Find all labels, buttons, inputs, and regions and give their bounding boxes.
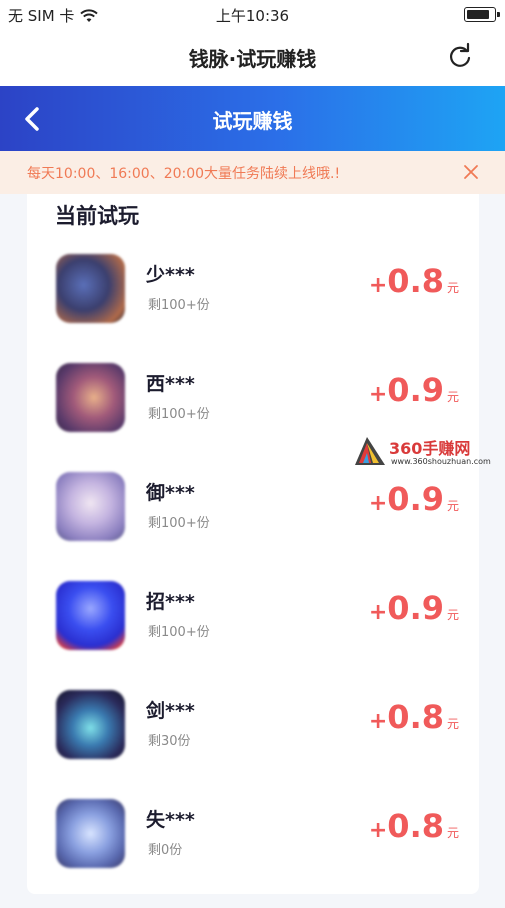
task-name: 招*** bbox=[146, 591, 195, 613]
task-row[interactable]: 少*** 剩100+份 +0.8 元 bbox=[27, 254, 479, 363]
task-remain: 剩100+份 bbox=[148, 298, 210, 313]
task-remain: 剩100+份 bbox=[148, 516, 210, 531]
battery-icon bbox=[464, 7, 500, 22]
task-row[interactable]: 御*** 剩100+份 +0.9 元 bbox=[27, 472, 479, 581]
watermark-logo-icon bbox=[355, 437, 385, 465]
task-name: 剑*** bbox=[146, 700, 195, 722]
page-title: 试玩赚钱 bbox=[212, 109, 293, 133]
task-reward: +0.8 元 bbox=[368, 807, 459, 845]
task-row[interactable]: 招*** 剩100+份 +0.9 元 bbox=[27, 581, 479, 690]
app-icon bbox=[56, 472, 125, 541]
task-remain: 剩30份 bbox=[148, 734, 191, 749]
task-remain: 剩100+份 bbox=[148, 407, 210, 422]
task-reward: +0.9 元 bbox=[368, 589, 459, 627]
notice-text: 每天10:00、16:00、20:00大量任务陆续上线哦.! bbox=[27, 166, 341, 182]
task-reward: +0.9 元 bbox=[368, 480, 459, 518]
task-row[interactable]: 剑*** 剩30份 +0.8 元 bbox=[27, 690, 479, 799]
watermark-url: www.360shouzhuan.com bbox=[391, 457, 491, 466]
notice-bar: 每天10:00、16:00、20:00大量任务陆续上线哦.! bbox=[0, 151, 505, 194]
close-icon[interactable] bbox=[461, 162, 481, 182]
watermark-brand: 360手赚网 bbox=[389, 439, 471, 458]
page-header: 试玩赚钱 bbox=[0, 86, 505, 151]
task-reward: +0.9 元 bbox=[368, 371, 459, 409]
refresh-icon[interactable] bbox=[445, 42, 475, 72]
status-bar: 无 SIM 卡 上午10:36 bbox=[0, 0, 505, 28]
task-row[interactable]: 失*** 剩0份 +0.8 元 bbox=[27, 799, 479, 908]
app-icon bbox=[56, 254, 125, 323]
task-name: 少*** bbox=[146, 264, 195, 286]
task-remain: 剩100+份 bbox=[148, 625, 210, 640]
watermark: 360手赚网 www.360shouzhuan.com bbox=[353, 435, 503, 469]
task-reward: +0.8 元 bbox=[368, 698, 459, 736]
task-remain: 剩0份 bbox=[148, 843, 183, 858]
app-icon bbox=[56, 690, 125, 759]
task-name: 西*** bbox=[146, 373, 195, 395]
clock: 上午10:36 bbox=[215, 7, 290, 25]
nav-bar: 钱脉·试玩赚钱 bbox=[0, 28, 505, 86]
task-name: 失*** bbox=[146, 809, 195, 831]
app-icon bbox=[56, 363, 125, 432]
nav-title: 钱脉·试玩赚钱 bbox=[188, 47, 317, 71]
section-title: 当前试玩 bbox=[55, 204, 139, 228]
task-name: 御*** bbox=[146, 482, 195, 504]
app-icon bbox=[56, 799, 125, 868]
task-reward: +0.8 元 bbox=[368, 262, 459, 300]
app-icon bbox=[56, 581, 125, 650]
